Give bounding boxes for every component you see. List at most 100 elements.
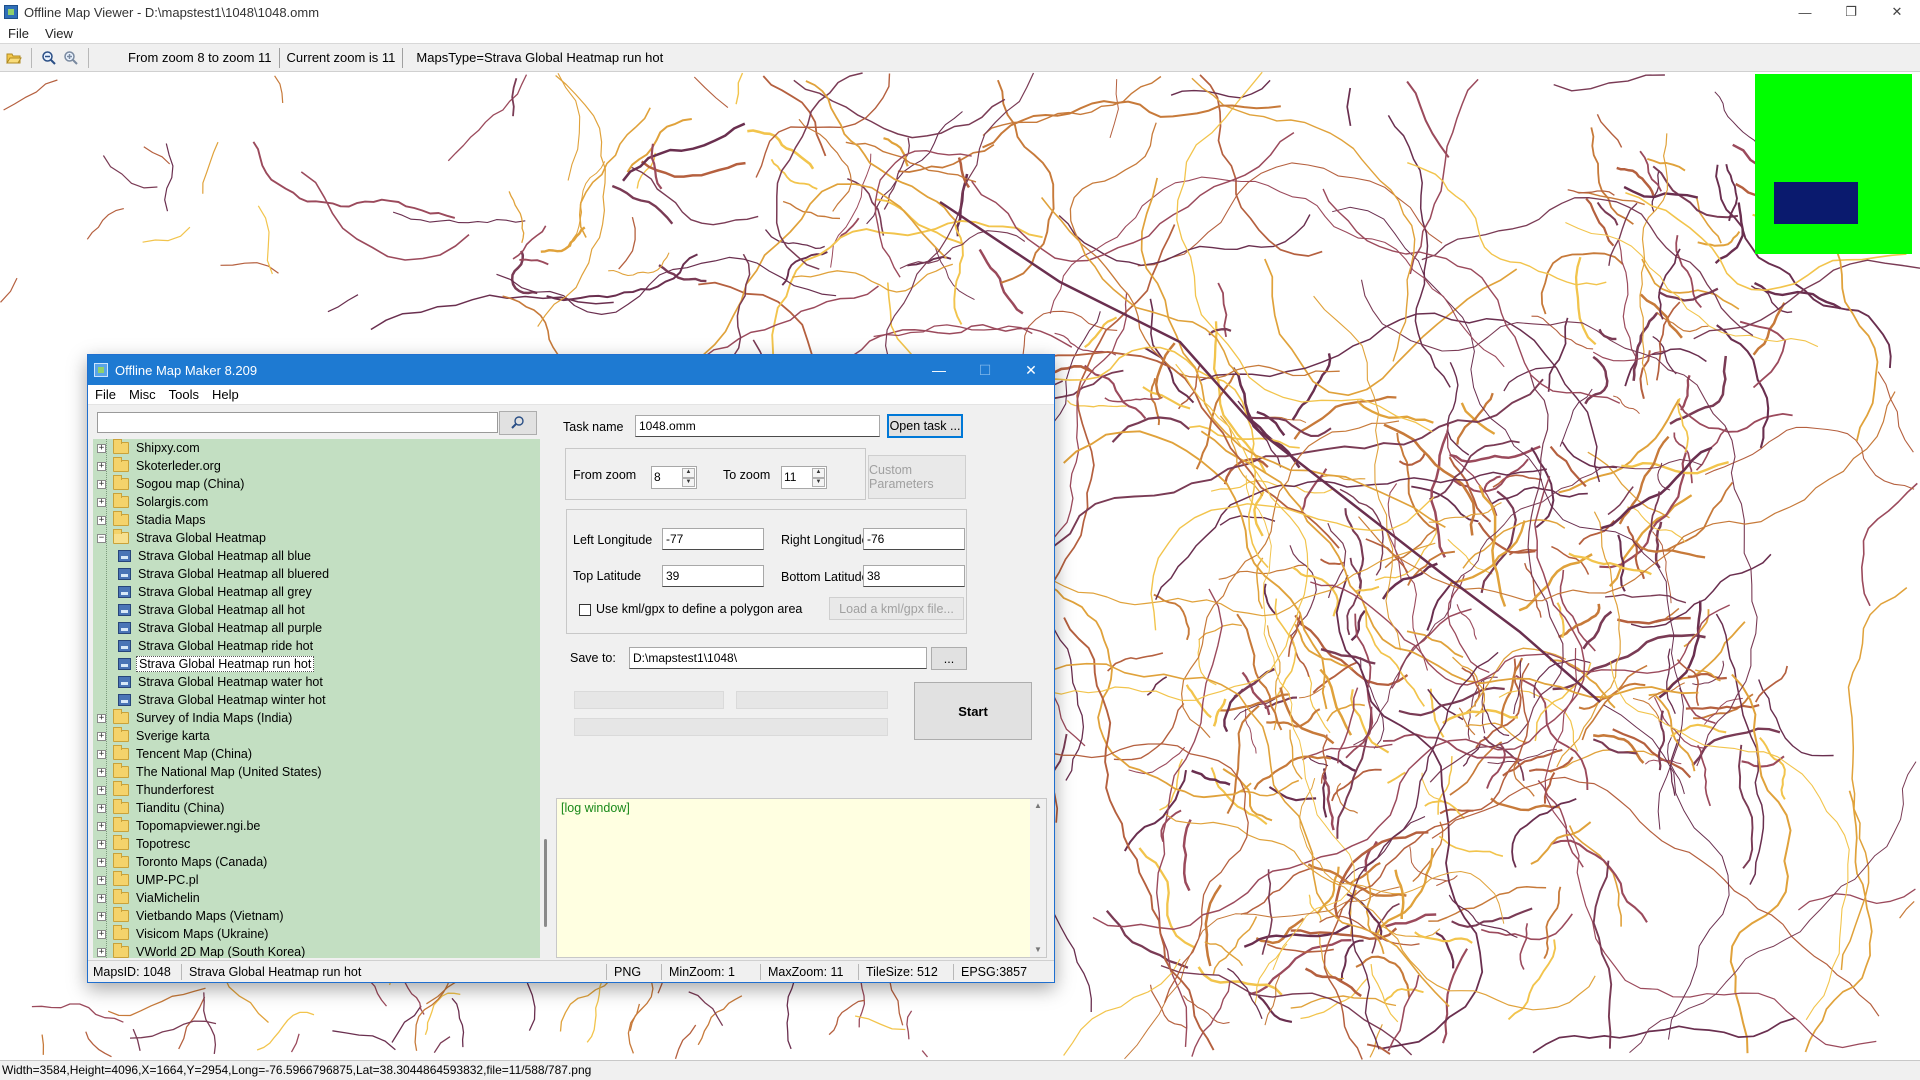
from-zoom-spinner[interactable]: 8 ▲ ▼	[651, 466, 697, 489]
expand-icon[interactable]: +	[97, 443, 106, 453]
tree-folder-item[interactable]: + Sogou map (China)	[93, 475, 246, 493]
expand-icon[interactable]: +	[97, 821, 106, 831]
expand-icon[interactable]: +	[97, 839, 106, 849]
expand-icon[interactable]: +	[97, 767, 106, 777]
tree-map-item[interactable]: Strava Global Heatmap winter hot	[93, 691, 328, 709]
overview-viewport-box[interactable]	[1774, 182, 1858, 224]
maker-menu-misc[interactable]: Misc	[122, 387, 162, 402]
heatmap-road	[1426, 583, 1452, 631]
tree-folder-item[interactable]: + The National Map (United States)	[93, 763, 324, 781]
expand-icon[interactable]: +	[97, 461, 106, 471]
open-folder-icon[interactable]	[3, 47, 25, 69]
expand-icon[interactable]: +	[97, 929, 106, 939]
kml-polygon-checkbox[interactable]	[579, 604, 591, 616]
zoom-in-icon[interactable]	[60, 47, 82, 69]
spin-down-icon[interactable]: ▼	[682, 477, 695, 487]
right-longitude-input[interactable]	[863, 528, 965, 550]
menu-view[interactable]: View	[37, 26, 81, 41]
expand-icon[interactable]: +	[97, 875, 106, 885]
tree-folder-item[interactable]: + Thunderforest	[93, 781, 216, 799]
expand-icon[interactable]: +	[97, 515, 106, 525]
restore-button[interactable]: ❐	[1828, 0, 1874, 24]
bottom-latitude-input[interactable]	[863, 565, 965, 587]
tree-folder-item[interactable]: + Tianditu (China)	[93, 799, 226, 817]
expand-icon[interactable]: +	[97, 893, 106, 903]
maker-minimize-button[interactable]: —	[916, 355, 962, 385]
tree-folder-item[interactable]: − Strava Global Heatmap	[93, 529, 268, 547]
maker-status-bar: MapsID: 1048 Strava Global Heatmap run h…	[88, 960, 1054, 982]
save-to-input[interactable]	[629, 647, 927, 669]
left-longitude-input[interactable]	[662, 528, 764, 550]
expand-icon[interactable]: +	[97, 479, 106, 489]
expand-icon[interactable]: +	[97, 731, 106, 741]
tree-folder-item[interactable]: + Sverige karta	[93, 727, 212, 745]
to-zoom-spinner[interactable]: 11 ▲ ▼	[781, 466, 827, 489]
heatmap-road	[1431, 776, 1880, 1017]
browse-button[interactable]: ...	[931, 647, 967, 670]
tree-folder-item[interactable]: + Topomapviewer.ngi.be	[93, 817, 262, 835]
top-latitude-input[interactable]	[662, 565, 764, 587]
task-name-input[interactable]	[635, 415, 880, 437]
maker-title-bar[interactable]: Offline Map Maker 8.209 — ☐ ✕	[88, 355, 1054, 385]
scroll-up-icon[interactable]: ▲	[1030, 799, 1046, 813]
start-button[interactable]: Start	[914, 682, 1032, 740]
minimize-button[interactable]: —	[1782, 0, 1828, 24]
spin-down-icon[interactable]: ▼	[812, 477, 825, 487]
heatmap-road	[1365, 538, 1409, 574]
tree-map-item[interactable]: Strava Global Heatmap all blue	[93, 547, 313, 565]
tree-map-item[interactable]: Strava Global Heatmap ride hot	[93, 637, 315, 655]
overview-minimap[interactable]	[1755, 74, 1912, 254]
scroll-down-icon[interactable]: ▼	[1030, 943, 1046, 957]
log-window[interactable]: [log window] ▲ ▼	[556, 798, 1047, 958]
spin-up-icon[interactable]: ▲	[812, 468, 825, 478]
tree-folder-item[interactable]: + Survey of India Maps (India)	[93, 709, 294, 727]
tree-scrollbar[interactable]	[541, 439, 552, 958]
tree-folder-item[interactable]: + Topotresc	[93, 835, 192, 853]
heatmap-road	[1877, 371, 1914, 453]
heatmap-road	[1346, 87, 1352, 127]
tree-map-item[interactable]: Strava Global Heatmap all hot	[93, 601, 307, 619]
maker-menu-file[interactable]: File	[88, 387, 122, 402]
bottom-latitude-label: Bottom Latitude	[781, 570, 869, 584]
maker-close-button[interactable]: ✕	[1008, 355, 1054, 385]
expand-icon[interactable]: +	[97, 911, 106, 921]
map-search-input[interactable]	[97, 412, 498, 433]
tree-folder-item[interactable]: + VWorld 2D Map (South Korea)	[93, 943, 307, 958]
tree-scroll-thumb[interactable]	[544, 839, 547, 927]
expand-icon[interactable]: +	[97, 803, 106, 813]
tree-map-item[interactable]: Strava Global Heatmap run hot	[93, 655, 315, 673]
tree-folder-item[interactable]: + Shipxy.com	[93, 439, 202, 457]
search-button[interactable]	[499, 411, 537, 435]
tree-folder-item[interactable]: + Vietbando Maps (Vietnam)	[93, 907, 286, 925]
expand-icon[interactable]: +	[97, 497, 106, 507]
maker-menu-tools[interactable]: Tools	[162, 387, 205, 402]
maker-menu-help[interactable]: Help	[205, 387, 245, 402]
viewer-title: Offline Map Viewer - D:\mapstest1\1048\1…	[24, 4, 320, 20]
tree-folder-item[interactable]: + Skoterleder.org	[93, 457, 223, 475]
expand-icon[interactable]: +	[97, 713, 106, 723]
menu-file[interactable]: File	[0, 26, 37, 41]
tree-map-item[interactable]: Strava Global Heatmap all purple	[93, 619, 324, 637]
tree-folder-item[interactable]: + Solargis.com	[93, 493, 210, 511]
zoom-out-icon[interactable]	[38, 47, 60, 69]
tree-folder-item[interactable]: + Tencent Map (China)	[93, 745, 254, 763]
tree-folder-item[interactable]: + ViaMichelin	[93, 889, 202, 907]
heatmap-road	[782, 200, 841, 220]
tree-folder-item[interactable]: + Visicom Maps (Ukraine)	[93, 925, 270, 943]
collapse-icon[interactable]: −	[97, 533, 106, 543]
tree-map-item[interactable]: Strava Global Heatmap all grey	[93, 583, 314, 601]
close-button[interactable]: ✕	[1874, 0, 1920, 24]
tree-folder-item[interactable]: + Toronto Maps (Canada)	[93, 853, 269, 871]
expand-icon[interactable]: +	[97, 947, 106, 957]
spin-up-icon[interactable]: ▲	[682, 468, 695, 478]
expand-icon[interactable]: +	[97, 749, 106, 759]
tree-map-item[interactable]: Strava Global Heatmap all bluered	[93, 565, 331, 583]
expand-icon[interactable]: +	[97, 785, 106, 795]
log-scrollbar[interactable]: ▲ ▼	[1030, 799, 1046, 957]
open-task-button[interactable]: Open task ...	[887, 414, 963, 438]
tree-folder-item[interactable]: + Stadia Maps	[93, 511, 207, 529]
map-source-tree[interactable]: + Shipxy.com + Skoterleder.org + Sogou map (C…	[93, 439, 540, 958]
expand-icon[interactable]: +	[97, 857, 106, 867]
tree-folder-item[interactable]: + UMP-PC.pl	[93, 871, 201, 889]
tree-map-item[interactable]: Strava Global Heatmap water hot	[93, 673, 325, 691]
